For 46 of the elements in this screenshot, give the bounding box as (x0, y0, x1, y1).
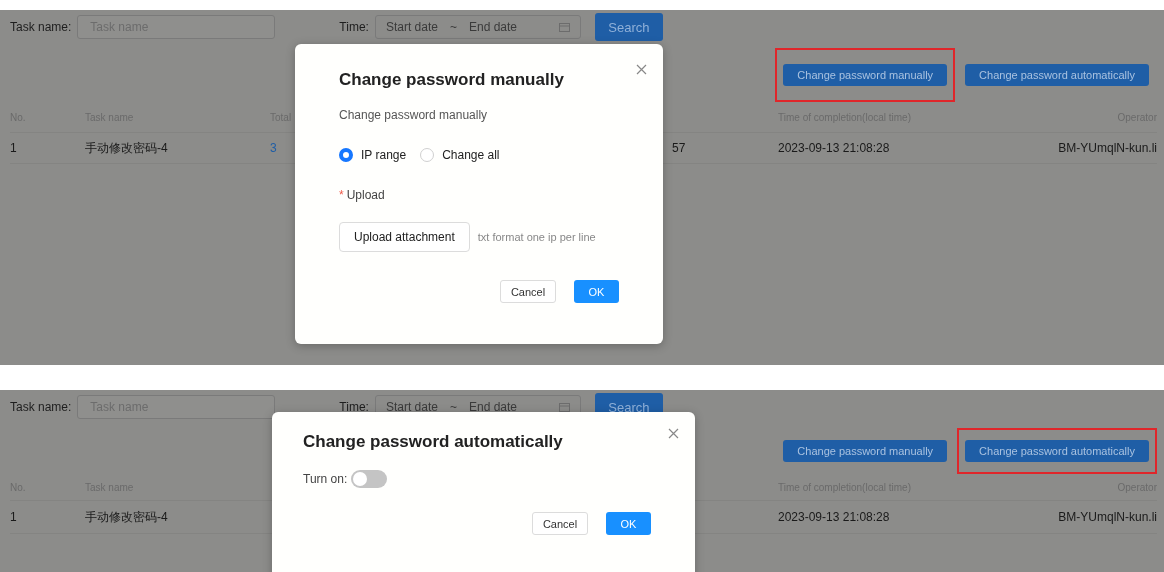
required-mark: * (339, 188, 344, 202)
end-date-placeholder: End date (468, 400, 517, 414)
upload-button[interactable]: Upload attachment (339, 222, 470, 252)
toggle-switch[interactable] (351, 470, 388, 488)
table-cell: 手动修改密码-4 (85, 508, 168, 526)
table-cell: 1 (10, 141, 17, 155)
start-date-placeholder: Start date (385, 400, 438, 414)
close-icon[interactable] (636, 64, 647, 75)
action-button[interactable]: Change password manually (783, 64, 948, 86)
upload-label: * Upload (339, 188, 386, 202)
filter-label: Task name: (10, 400, 72, 414)
filter-label: Time: (339, 400, 369, 414)
action-button[interactable]: Change password manually (783, 440, 948, 462)
radio-button[interactable] (339, 148, 353, 162)
close-icon[interactable] (668, 428, 679, 439)
end-date-placeholder: End date (468, 20, 517, 34)
count-link[interactable]: 3 (270, 141, 277, 155)
action-button[interactable]: Change password automatically (965, 440, 1149, 462)
table-cell: BM-YUmqlN-kun.li (1058, 141, 1157, 155)
calendar-icon (558, 22, 570, 32)
range-separator: ~ (449, 400, 457, 414)
table-cell: 2023-09-13 21:08:28 (778, 141, 890, 155)
filter-label: Task name: (10, 20, 72, 34)
table-cell-text: 57 (671, 141, 686, 155)
radio-label: IP range (361, 148, 407, 162)
radio-label: Change all (442, 148, 500, 162)
search-button[interactable]: Search (594, 13, 663, 41)
cancel-button[interactable]: Cancel (532, 512, 588, 535)
upload-hint: txt format one ip per line (477, 231, 596, 243)
filter-label: Time: (339, 20, 369, 34)
table-cell: 1 (10, 510, 17, 524)
ok-button[interactable]: OK (574, 280, 619, 303)
date-range-field[interactable]: Start date ~ End date (374, 15, 581, 39)
start-date-placeholder: Start date (385, 20, 438, 34)
dialog-subtitle: Change password manually (339, 108, 489, 122)
table-cell: BM-YUmqlN-kun.li (1058, 510, 1157, 524)
dialog-title: Change password automatically (303, 432, 564, 452)
dialog-title: Change password manually (339, 70, 565, 90)
action-button[interactable]: Change password automatically (965, 64, 1149, 86)
ok-button[interactable]: OK (606, 512, 651, 535)
table-cell: 2023-09-13 21:08:28 (778, 510, 890, 524)
table-cell: 手动修改密码-4 (85, 139, 168, 157)
cancel-button[interactable]: Cancel (500, 280, 556, 303)
toggle-label: Turn on: (303, 472, 348, 486)
calendar-icon (558, 402, 570, 412)
range-separator: ~ (449, 20, 457, 34)
